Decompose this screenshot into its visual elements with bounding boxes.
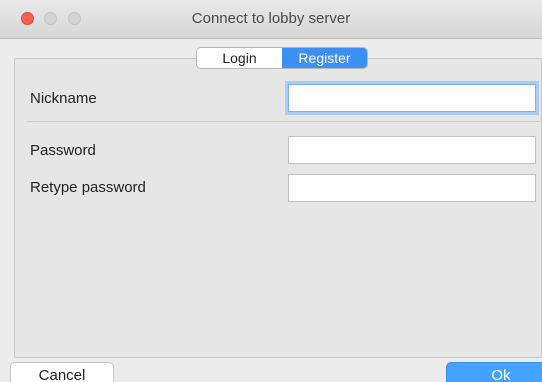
- nickname-field[interactable]: [288, 84, 536, 112]
- password-label: Password: [30, 142, 96, 159]
- ok-button[interactable]: Ok: [446, 362, 542, 382]
- password-field[interactable]: [288, 136, 536, 164]
- window-title: Connect to lobby server: [191, 10, 351, 27]
- nickname-label: Nickname: [30, 90, 97, 107]
- title-bar: Connect to lobby server: [0, 0, 542, 39]
- cancel-button[interactable]: Cancel: [10, 362, 114, 382]
- retype-password-field[interactable]: [288, 174, 536, 202]
- divider: [27, 121, 542, 122]
- mode-tabs: Login Register: [196, 47, 368, 69]
- retype-password-label: Retype password: [30, 179, 146, 196]
- tab-login[interactable]: Login: [197, 48, 282, 68]
- connect-dialog: Connect to lobby server Login Register N…: [0, 0, 542, 382]
- tab-register[interactable]: Register: [282, 48, 367, 68]
